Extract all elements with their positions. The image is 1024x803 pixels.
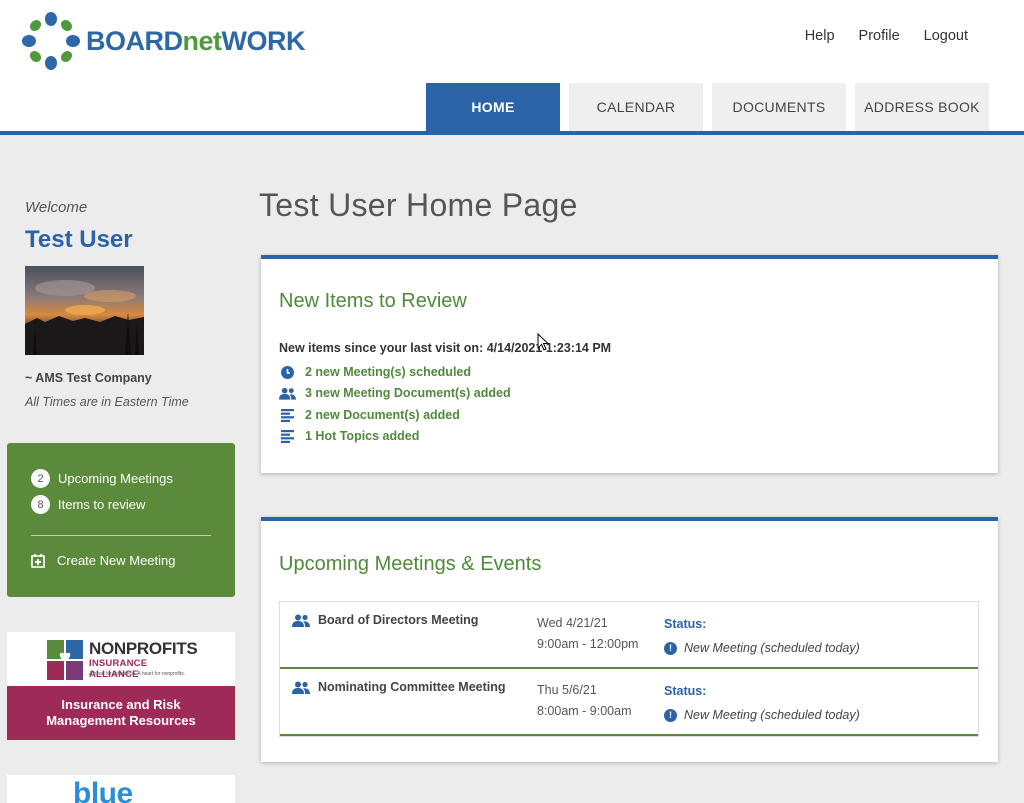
help-link[interactable]: Help — [805, 28, 835, 44]
logo-ring-icon — [22, 12, 80, 70]
logout-link[interactable]: Logout — [924, 28, 968, 44]
nia-band-line1: Insurance and Risk — [61, 697, 181, 712]
review-item-hot-topics[interactable]: 1 Hot Topics added — [279, 429, 419, 443]
review-item-label: 2 new Meeting(s) scheduled — [305, 365, 472, 379]
status-badge: ! New Meeting (scheduled today) — [664, 708, 860, 722]
welcome-label: Welcome — [25, 199, 88, 216]
site-header: BOARDnetWORK Help Profile Logout HOME CA… — [0, 0, 1024, 131]
meeting-date: Wed 4/21/21 — [537, 616, 608, 630]
create-new-meeting-label: Create New Meeting — [57, 553, 176, 568]
calendar-plus-icon — [31, 553, 45, 568]
create-new-meeting-button[interactable]: Create New Meeting — [31, 553, 176, 568]
people-icon — [292, 614, 310, 627]
info-icon: ! — [664, 708, 677, 722]
meeting-name-label: Nominating Committee Meeting — [318, 680, 506, 694]
new-items-title: New Items to Review — [279, 290, 467, 312]
mouse-pointer-icon — [537, 333, 549, 351]
review-count-badge: 8 — [31, 495, 50, 514]
upcoming-meetings-summary[interactable]: 2 Upcoming Meetings — [31, 469, 173, 488]
meeting-name[interactable]: Nominating Committee Meeting — [292, 680, 506, 694]
items-to-review-label: Items to review — [58, 497, 146, 512]
meeting-date: Thu 5/6/21 — [537, 683, 597, 697]
upcoming-meetings-label: Upcoming Meetings — [58, 471, 173, 486]
blue-ad[interactable]: blue — [7, 775, 235, 803]
tab-address-book[interactable]: ADDRESS BOOK — [855, 83, 989, 131]
table-row[interactable]: Nominating Committee Meeting Thu 5/6/21 … — [280, 669, 978, 736]
upcoming-meetings-card: Upcoming Meetings & Events Board of Dire… — [261, 517, 998, 762]
tab-home[interactable]: HOME — [426, 83, 560, 131]
nonprofits-insurance-ad[interactable]: NONPROFITS INSURANCE ALLIANCE A head for… — [7, 632, 235, 740]
company-name: ~ AMS Test Company — [25, 371, 152, 385]
status-text: New Meeting (scheduled today) — [684, 641, 860, 655]
people-icon — [279, 386, 296, 400]
meeting-datetime: Thu 5/6/21 8:00am - 9:00am — [537, 680, 632, 722]
table-row[interactable]: Board of Directors Meeting Wed 4/21/21 9… — [280, 602, 978, 669]
timezone-note: All Times are in Eastern Time — [25, 395, 189, 409]
summary-divider — [31, 535, 211, 536]
nia-band-line2: Management Resources — [46, 713, 196, 728]
sunset-photo — [25, 266, 144, 355]
review-item-label: 2 new Document(s) added — [305, 408, 460, 422]
nia-title: NONPROFITS — [89, 639, 198, 658]
nia-tagline: A head for insurance. A heart for nonpro… — [89, 671, 186, 677]
blue-ad-text: blue — [73, 777, 133, 803]
logo-wordmark: BOARDnetWORK — [86, 26, 305, 56]
upcoming-count-badge: 2 — [31, 469, 50, 488]
summary-panel: 2 Upcoming Meetings 8 Items to review Cr… — [7, 443, 235, 597]
tab-documents[interactable]: DOCUMENTS — [712, 83, 846, 131]
nia-emblem-icon — [47, 640, 83, 680]
info-icon: ! — [664, 641, 677, 655]
avatar[interactable] — [25, 266, 144, 355]
tab-calendar[interactable]: CALENDAR — [569, 83, 703, 131]
review-item-label: 3 new Meeting Document(s) added — [305, 386, 511, 400]
status-text: New Meeting (scheduled today) — [684, 708, 860, 722]
last-visit-text: New items since your last visit on: 4/14… — [279, 341, 612, 355]
meeting-name-label: Board of Directors Meeting — [318, 613, 479, 627]
review-item-label: 1 Hot Topics added — [305, 429, 420, 443]
meetings-table: Board of Directors Meeting Wed 4/21/21 9… — [279, 601, 979, 737]
nia-logo: NONPROFITS INSURANCE ALLIANCE A head for… — [47, 639, 198, 683]
profile-link[interactable]: Profile — [859, 28, 900, 44]
boardnetwork-logo[interactable]: BOARDnetWORK — [20, 10, 340, 72]
user-name: Test User — [25, 226, 133, 253]
header-divider — [0, 131, 1024, 135]
nia-band: Insurance and Risk Management Resources — [7, 686, 235, 740]
list-icon — [279, 429, 296, 443]
status-label: Status: — [664, 617, 707, 631]
top-links: Help Profile Logout — [805, 28, 968, 44]
meeting-name[interactable]: Board of Directors Meeting — [292, 613, 478, 627]
status-label: Status: — [664, 684, 707, 698]
main-nav-tabs: HOME CALENDAR DOCUMENTS ADDRESS BOOK — [426, 83, 989, 131]
review-item-meeting-docs[interactable]: 3 new Meeting Document(s) added — [279, 386, 511, 400]
new-items-card: New Items to Review New items since your… — [261, 255, 998, 473]
review-item-meetings[interactable]: 2 new Meeting(s) scheduled — [279, 365, 471, 379]
page-title: Test User Home Page — [259, 187, 578, 223]
items-to-review-summary[interactable]: 8 Items to review — [31, 495, 145, 514]
upcoming-meetings-title: Upcoming Meetings & Events — [279, 553, 542, 575]
meeting-datetime: Wed 4/21/21 9:00am - 12:00pm — [537, 613, 638, 655]
review-item-documents[interactable]: 2 new Document(s) added — [279, 408, 460, 422]
status-badge: ! New Meeting (scheduled today) — [664, 641, 860, 655]
people-icon — [292, 681, 310, 694]
meeting-time: 9:00am - 12:00pm — [537, 637, 639, 651]
meeting-time: 8:00am - 9:00am — [537, 704, 632, 718]
clock-icon — [279, 365, 296, 379]
list-icon — [279, 408, 296, 422]
